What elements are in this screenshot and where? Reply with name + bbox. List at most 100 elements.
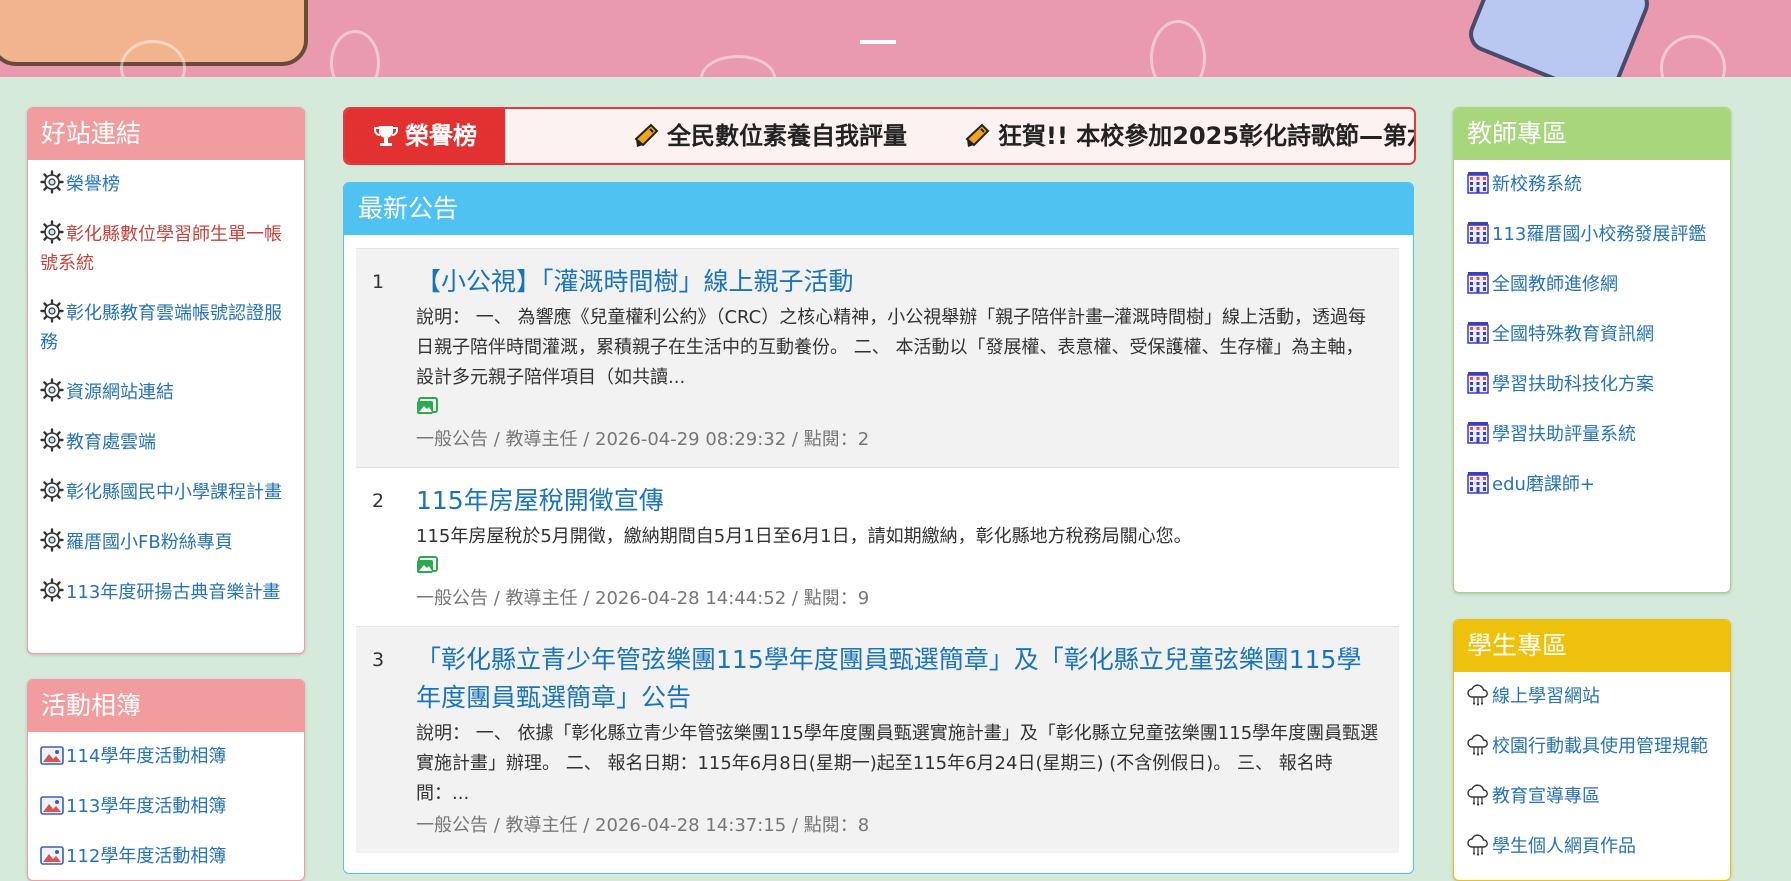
honor-marquee[interactable]: 全民數位素養自我評量 狂賀!! 本校參加2025彰化詩歌節—第六 bbox=[505, 109, 1414, 163]
news-panel-title: 最新公告 bbox=[344, 183, 1413, 235]
building-icon bbox=[1466, 420, 1490, 444]
photo-album-icon bbox=[40, 794, 64, 816]
sidebar-link[interactable]: 榮譽榜 bbox=[40, 170, 294, 199]
sidebar-link-label: 學習扶助評量系統 bbox=[1492, 424, 1636, 445]
sidebar-link[interactable]: 新校務系統 bbox=[1466, 170, 1720, 199]
teacher-list: 新校務系統 113羅厝國小校務發展評鑑全國教師進修網全國特殊教育資訊網 學習扶助科技… bbox=[1454, 160, 1730, 499]
links-panel-title: 好站連結 bbox=[28, 108, 304, 160]
links-panel: 好站連結 榮譽榜彰化縣數位學習師生單一帳號系統彰化縣教育雲端帳號認證服務資源網站… bbox=[27, 107, 305, 654]
sidebar-link[interactable]: 校園行動載具使用管理規範 bbox=[1466, 732, 1720, 761]
sidebar-link[interactable]: 113年度研揚古典音樂計畫 bbox=[40, 578, 294, 607]
sidebar-link-label: 113年度研揚古典音樂計畫 bbox=[66, 582, 281, 603]
banner-doodle-right bbox=[1463, 0, 1655, 77]
news-meta: 一般公告 / 教導主任 / 2026-04-28 14:37:15 / 點閱：8 bbox=[416, 815, 870, 836]
sidebar-link-label: 資源網站連結 bbox=[66, 382, 174, 403]
cloud-icon bbox=[1466, 732, 1490, 756]
sidebar-link[interactable]: 彰化縣國民中小學課程計畫 bbox=[40, 478, 294, 507]
sidebar-link[interactable]: 全國特殊教育資訊網 bbox=[1466, 320, 1720, 349]
gear-icon bbox=[40, 220, 64, 244]
sidebar-link-label: 彰化縣教育雲端帳號認證服務 bbox=[40, 303, 282, 353]
image-icon[interactable] bbox=[416, 556, 438, 578]
news-meta: 一般公告 / 教導主任 / 2026-04-28 14:44:52 / 點閱：9 bbox=[416, 588, 870, 609]
sidebar-link[interactable]: 羅厝國小FB粉絲專頁 bbox=[40, 528, 294, 557]
teacher-panel: 教師專區 新校務系統 113羅厝國小校務發展評鑑全國教師進修網全國特殊教育資訊網學… bbox=[1453, 107, 1731, 593]
sidebar-link-label: 112學年度活動相簿 bbox=[66, 846, 227, 867]
building-icon bbox=[1466, 170, 1490, 194]
news-number: 1 bbox=[372, 271, 385, 293]
marquee-item[interactable]: 狂賀!! 本校參加2025彰化詩歌節—第六 bbox=[964, 109, 1414, 163]
photo-album-icon bbox=[40, 844, 64, 866]
sidebar-link-label: 羅厝國小FB粉絲專頁 bbox=[66, 532, 233, 553]
albums-list: 114學年度活動相簿 113學年度活動相簿 112學年度活動相簿 bbox=[28, 732, 304, 871]
sidebar-link-label: 113學年度活動相簿 bbox=[66, 796, 227, 817]
honor-tag[interactable]: 榮譽榜 bbox=[345, 109, 505, 163]
teacher-panel-title: 教師專區 bbox=[1454, 108, 1730, 160]
news-description: 115年房屋稅於5月開徵，繳納期間自5月1日至6月1日，請如期繳納，彰化縣地方稅… bbox=[416, 526, 1192, 547]
marquee-text: 狂賀!! 本校參加2025彰化詩歌節—第六 bbox=[998, 122, 1414, 150]
sidebar-link[interactable]: 112學年度活動相簿 bbox=[40, 842, 294, 871]
news-item: 2 115年房屋稅開徵宣傳 115年房屋稅於5月開徵，繳納期間自5月1日至6月1… bbox=[356, 467, 1399, 626]
sidebar-link-label: edu磨課師+ bbox=[1492, 474, 1595, 495]
gear-icon bbox=[40, 428, 64, 452]
sidebar-link[interactable]: 113羅厝國小校務發展評鑑 bbox=[1466, 220, 1720, 249]
sidebar-link-label: 彰化縣國民中小學課程計畫 bbox=[66, 482, 282, 503]
sidebar-link-label: 全國教師進修網 bbox=[1492, 274, 1618, 295]
sidebar-link[interactable]: 學習扶助科技化方案 bbox=[1466, 370, 1720, 399]
banner-dash bbox=[860, 40, 896, 44]
banner-squiggle bbox=[330, 30, 380, 77]
sidebar-link[interactable]: 教育處雲端 bbox=[40, 428, 294, 457]
news-title-link[interactable]: 115年房屋稅開徵宣傳 bbox=[416, 482, 1381, 520]
banner-squiggle bbox=[700, 55, 776, 77]
sidebar-link-label: 114學年度活動相簿 bbox=[66, 746, 227, 767]
sidebar-link[interactable]: 113學年度活動相簿 bbox=[40, 792, 294, 821]
news-item: 1 【小公視】「灌溉時間樹」線上親子活動 說明： 一、 為響應《兒童權利公約》（… bbox=[356, 248, 1399, 467]
student-list: 線上學習網站 校園行動載具使用管理規範 教育宣導專區 學生個人網頁作品 bbox=[1454, 672, 1730, 861]
gear-icon bbox=[40, 299, 64, 323]
news-item: 3 「彰化縣立青少年管弦樂團115學年度團員甄選簡章」及「彰化縣立兒童弦樂團11… bbox=[356, 626, 1399, 853]
albums-panel: 活動相簿 114學年度活動相簿 113學年度活動相簿 112學年度活動相簿 bbox=[27, 679, 305, 881]
sidebar-link-label: 學習扶助科技化方案 bbox=[1492, 374, 1654, 395]
sidebar-link[interactable]: 學生個人網頁作品 bbox=[1466, 832, 1720, 861]
albums-panel-title: 活動相簿 bbox=[28, 680, 304, 732]
gear-icon bbox=[40, 528, 64, 552]
sidebar-link[interactable]: 學習扶助評量系統 bbox=[1466, 420, 1720, 449]
building-icon bbox=[1466, 220, 1490, 244]
building-icon bbox=[1466, 270, 1490, 294]
student-panel-title: 學生專區 bbox=[1454, 620, 1730, 672]
banner-squiggle bbox=[1150, 20, 1206, 77]
megaphone-icon bbox=[964, 114, 992, 163]
sidebar-link[interactable]: 資源網站連結 bbox=[40, 378, 294, 407]
building-icon bbox=[1466, 320, 1490, 344]
news-list: 1 【小公視】「灌溉時間樹」線上親子活動 說明： 一、 為響應《兒童權利公約》（… bbox=[356, 248, 1399, 853]
honor-label: 榮譽榜 bbox=[405, 122, 477, 150]
cloud-icon bbox=[1466, 782, 1490, 806]
sidebar-link[interactable]: 教育宣導專區 bbox=[1466, 782, 1720, 811]
top-banner bbox=[0, 0, 1791, 77]
gear-icon bbox=[40, 378, 64, 402]
sidebar-link[interactable]: 彰化縣教育雲端帳號認證服務 bbox=[40, 299, 294, 357]
gear-icon bbox=[40, 578, 64, 602]
trophy-icon bbox=[373, 114, 399, 163]
gear-icon bbox=[40, 170, 64, 194]
marquee-item[interactable]: 全民數位素養自我評量 bbox=[633, 109, 907, 163]
news-number: 3 bbox=[372, 649, 385, 671]
news-title-link[interactable]: 【小公視】「灌溉時間樹」線上親子活動 bbox=[416, 263, 1381, 301]
news-number: 2 bbox=[372, 490, 385, 512]
news-title-link[interactable]: 「彰化縣立青少年管弦樂團115學年度團員甄選簡章」及「彰化縣立兒童弦樂團115學… bbox=[416, 641, 1381, 717]
sidebar-link-label: 全國特殊教育資訊網 bbox=[1492, 324, 1654, 345]
photo-album-icon bbox=[40, 744, 64, 766]
building-icon bbox=[1466, 370, 1490, 394]
sidebar-link[interactable]: 彰化縣數位學習師生單一帳號系統 bbox=[40, 220, 294, 278]
student-panel: 學生專區 線上學習網站 校園行動載具使用管理規範 教育宣導專區 學生個人網頁作品 bbox=[1453, 619, 1731, 881]
sidebar-link[interactable]: 114學年度活動相簿 bbox=[40, 742, 294, 771]
sidebar-link[interactable]: 線上學習網站 bbox=[1466, 682, 1720, 711]
image-icon[interactable] bbox=[416, 397, 438, 419]
sidebar-link[interactable]: 全國教師進修網 bbox=[1466, 270, 1720, 299]
honor-bar: 榮譽榜 全民數位素養自我評量 狂賀!! 本校參加2025彰化詩歌節—第六 bbox=[343, 107, 1416, 165]
gear-icon bbox=[40, 478, 64, 502]
sidebar-link[interactable]: edu磨課師+ bbox=[1466, 470, 1720, 499]
sidebar-link-label: 教育處雲端 bbox=[66, 432, 156, 453]
news-description: 說明： 一、 依據「彰化縣立青少年管弦樂團115學年度團員甄選實施計畫」及「彰化… bbox=[416, 723, 1379, 804]
cloud-icon bbox=[1466, 832, 1490, 856]
sidebar-link-label: 榮譽榜 bbox=[66, 174, 120, 195]
